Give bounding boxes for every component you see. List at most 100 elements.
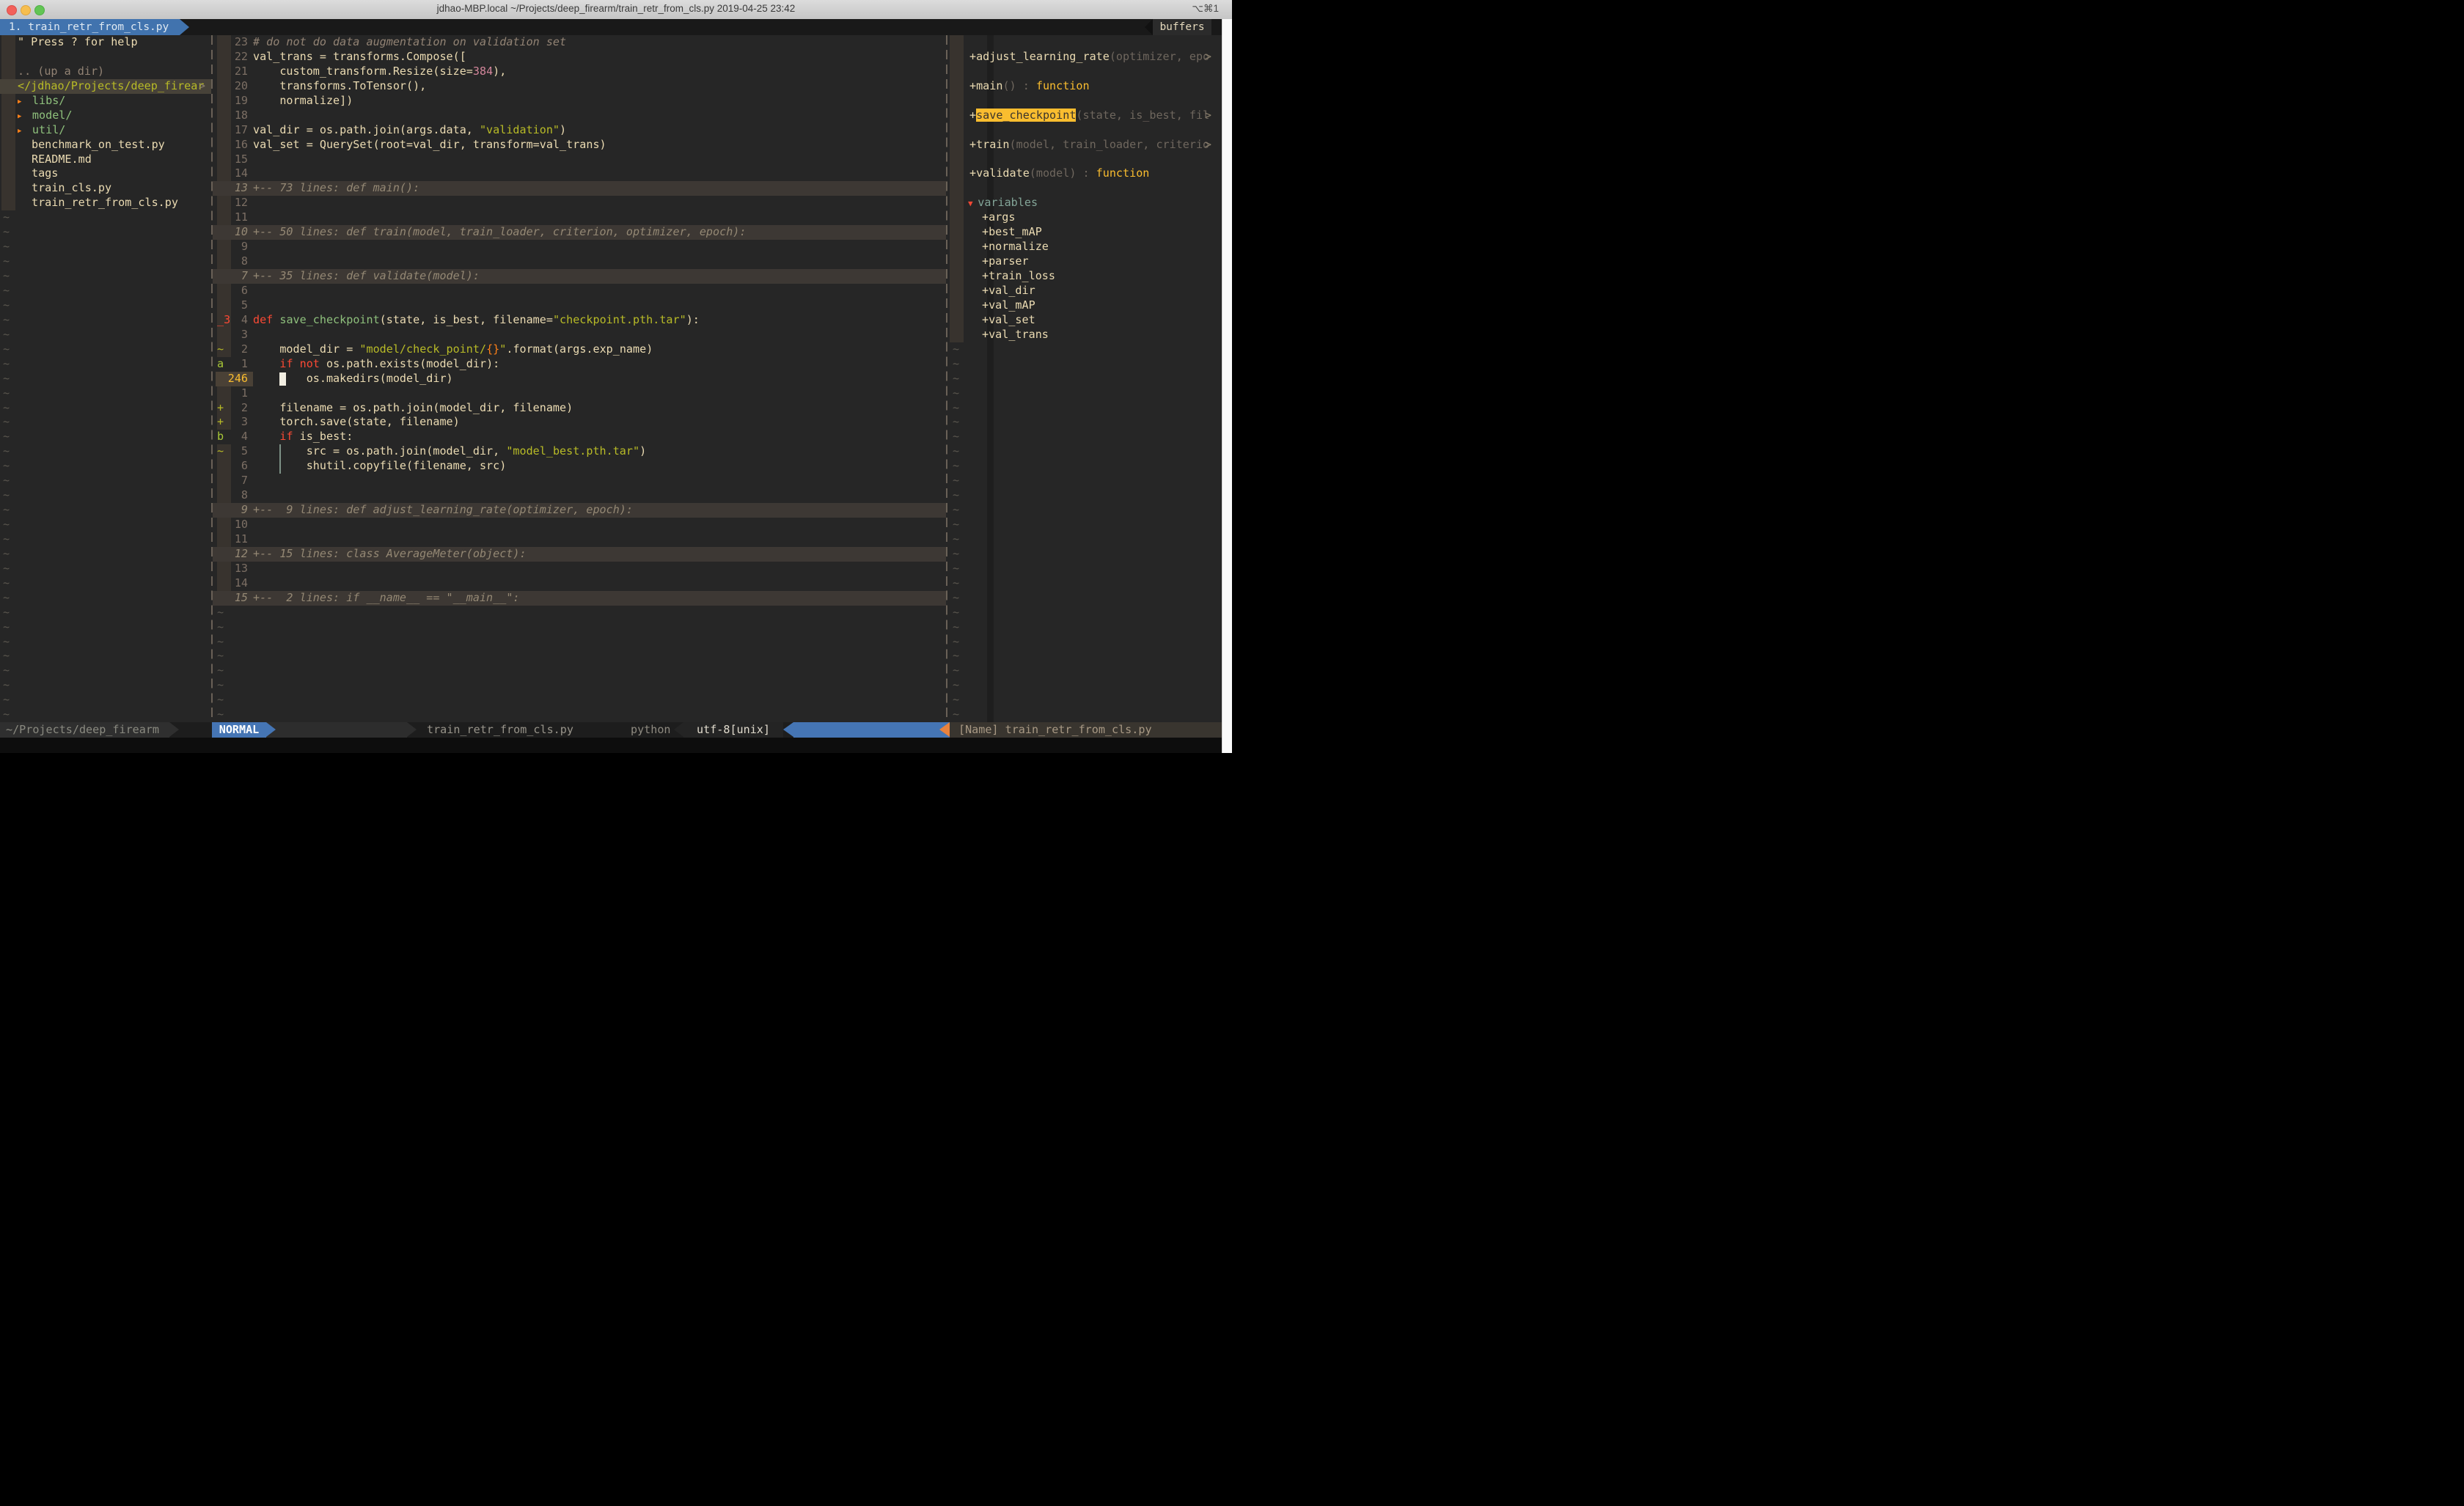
code-line[interactable]: 23# do not do data augmentation on valid… [213,35,946,50]
code-line[interactable]: 14 [213,166,946,181]
nerdtree-row-file[interactable]: tags [0,166,211,181]
tagbar-header[interactable]: ▼ variables [947,196,1222,210]
tab-train-retr-from-cls[interactable]: 1. train_retr_from_cls.py [0,19,180,35]
tagbar-blank [947,181,1222,196]
tagbar-tag[interactable]: +main() : function [947,79,1222,94]
code-line[interactable]: 10 [213,518,946,532]
tagbar-variable: +best_mAP [982,225,1042,238]
code-line[interactable]: 5 [213,298,946,313]
tagbar-tag[interactable]: +validate(model) : function [947,166,1222,181]
tagbar-variable: +val_trans [982,328,1049,341]
tagbar-variable: +val_mAP [982,298,1035,312]
code-line[interactable]: 15 [213,153,946,167]
end-of-buffer-tilde: ~ [953,678,959,691]
tagbar-item[interactable]: +train_loss [947,269,1222,284]
nerdtree-row-file[interactable]: train_retr_from_cls.py [0,196,211,210]
code-line[interactable]: 13 [213,562,946,576]
buffers-label: buffers [1153,19,1211,35]
nerdtree-root-path: </jdhao/Projects/deep_firear [18,79,204,92]
code-line[interactable]: 19 normalize]) [213,94,946,109]
tagbar-tag[interactable]: +train(model, train_loader, criterio> [947,138,1222,153]
nerdtree-dir-name: libs/ [26,94,66,107]
statusline: ~/Projects/deep_firearm NORMAL +8 ~3 -3 … [0,722,1222,738]
code-line[interactable]: 6 [213,284,946,298]
empty-line: ~ [947,415,1222,430]
nerdtree-row-file[interactable]: benchmark_on_test.py [0,138,211,153]
code-text: normalize]) [253,94,353,109]
line-number: 3 [216,415,248,430]
tagbar-item[interactable]: +val_trans [947,328,1222,342]
line-number: 20 [216,79,248,94]
folded-code-line[interactable]: 7+-- 35 lines: def validate(model): [213,269,946,284]
line-number: 15 [216,153,248,167]
empty-line: ~ [0,328,211,342]
statusline-nerdtree-path: ~/Projects/deep_firearm [0,722,169,738]
nerdtree-row-file[interactable]: train_cls.py [0,181,211,196]
code-line[interactable]: 11 [213,210,946,225]
code-line[interactable]: 9 [213,240,946,254]
code-line[interactable]: ~5 src = os.path.join(model_dir, "model_… [213,444,946,459]
code-line[interactable]: 8 [213,254,946,269]
tagbar-item[interactable]: +val_set [947,313,1222,328]
code-line[interactable]: ~2 model_dir = "model/check_point/{}".fo… [213,342,946,357]
code-line[interactable]: _34def save_checkpoint(state, is_best, f… [213,313,946,328]
empty-line: ~ [0,298,211,313]
code-line[interactable]: 12 [213,196,946,210]
code-line[interactable]: +2 filename = os.path.join(model_dir, fi… [213,401,946,416]
code-line[interactable]: 16val_set = QuerySet(root=val_dir, trans… [213,138,946,153]
nerdtree-row-root[interactable]: </jdhao/Projects/deep_firear> [0,79,211,94]
code-text: +-- 2 lines: if __name__ == "__main__": [253,591,520,606]
code-line[interactable]: 20 transforms.ToTensor(), [213,79,946,94]
line-number: 6 [216,284,248,298]
tagbar-tag[interactable]: +save_checkpoint(state, is_best, fil> [947,109,1222,123]
tagbar-item[interactable]: +val_dir [947,284,1222,298]
code-line[interactable]: 18 [213,109,946,123]
tagbar-item[interactable]: +best_mAP [947,225,1222,240]
code-line[interactable]: 22val_trans = transforms.Compose([ [213,50,946,65]
code-line[interactable]: 1 [213,386,946,401]
tagbar-blank [947,35,1222,50]
end-of-buffer-tilde: ~ [953,532,959,546]
empty-line: ~ [947,488,1222,503]
code-line[interactable]: 21 custom_transform.Resize(size=384), [213,65,946,79]
code-line[interactable]: 14 [213,576,946,591]
end-of-buffer-tilde: ~ [953,693,959,706]
tagbar-item[interactable]: +val_mAP [947,298,1222,313]
code-line[interactable]: 17val_dir = os.path.join(args.data, "val… [213,123,946,138]
folded-code-line[interactable]: 13+-- 73 lines: def main(): [213,181,946,196]
end-of-buffer-tilde: ~ [217,678,224,691]
nerdtree-row-comment: " Press ? for help [0,35,211,50]
empty-line: ~ [0,693,211,708]
code-line[interactable]: 246 os.makedirs(model_dir) [213,372,946,386]
nerdtree-row-dir[interactable]: ▶ model/ [0,109,211,123]
code-line[interactable]: 6 shutil.copyfile(filename, src) [213,459,946,474]
tagbar-item[interactable]: +parser [947,254,1222,269]
code-line[interactable]: 11 [213,532,946,547]
folded-code-line[interactable]: 12+-- 15 lines: class AverageMeter(objec… [213,547,946,562]
terminal-window: jdhao-MBP.local ~/Projects/deep_firearm/… [0,0,1232,753]
terminal-scrollbar[interactable] [1222,19,1232,753]
folded-code-line[interactable]: 10+-- 50 lines: def train(model, train_l… [213,225,946,240]
empty-line: ~ [213,620,946,635]
statusline-encoding: utf-8[unix] [683,722,783,738]
tagbar-tag[interactable]: +adjust_learning_rate(optimizer, epo> [947,50,1222,65]
empty-line: ~ [0,240,211,254]
tagbar-item[interactable]: +args [947,210,1222,225]
code-line[interactable]: 8 [213,488,946,503]
end-of-buffer-tilde: ~ [3,532,10,546]
folded-code-line[interactable]: 15+-- 2 lines: if __name__ == "__main__"… [213,591,946,606]
nerdtree-row-updir[interactable]: .. (up a dir) [0,65,211,79]
nerdtree-row-file[interactable]: README.md [0,153,211,167]
code-line[interactable]: 7 [213,474,946,488]
nerdtree-row-dir[interactable]: ▶ libs/ [0,94,211,109]
line-number: 4 [216,313,248,328]
empty-line: ~ [0,474,211,488]
code-line[interactable]: b4 if is_best: [213,430,946,444]
nerdtree-row-dir[interactable]: ▶ util/ [0,123,211,138]
code-line[interactable]: a1 if not os.path.exists(model_dir): [213,357,946,372]
tagbar-item[interactable]: +normalize [947,240,1222,254]
code-line[interactable]: +3 torch.save(state, filename) [213,415,946,430]
end-of-buffer-tilde: ~ [217,649,224,662]
code-line[interactable]: 3 [213,328,946,342]
folded-code-line[interactable]: 9+-- 9 lines: def adjust_learning_rate(o… [213,503,946,518]
